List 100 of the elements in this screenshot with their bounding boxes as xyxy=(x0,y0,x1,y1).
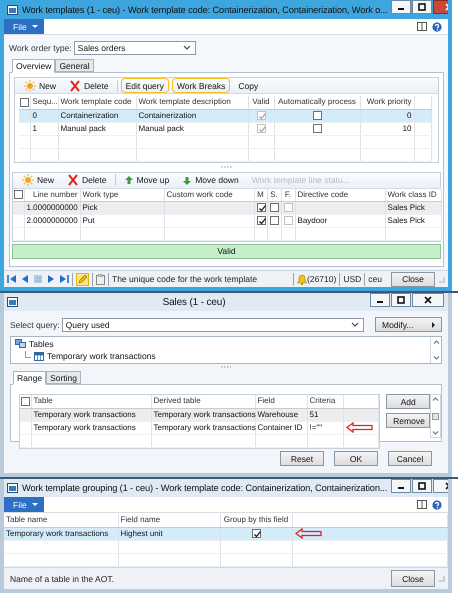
table-row[interactable]: 0 Containerization Containerization 0 xyxy=(19,109,432,122)
table-row[interactable]: 1 Manual pack Manual pack 10 xyxy=(19,122,432,135)
column-header: Sequ... xyxy=(30,96,58,109)
checkbox[interactable] xyxy=(256,203,266,212)
select-all-checkbox[interactable] xyxy=(20,98,29,107)
maximize-button[interactable] xyxy=(412,0,432,14)
bell-icon[interactable] xyxy=(297,274,308,284)
toolbar-button[interactable]: Delete xyxy=(62,172,112,188)
column-header: Group by this field xyxy=(220,514,292,527)
toolbar-button[interactable]: New xyxy=(19,78,62,93)
next-record-button[interactable] xyxy=(46,274,56,284)
first-record-button[interactable] xyxy=(7,274,17,284)
column-header: Work type xyxy=(80,188,164,202)
toolbar-button[interactable]: Move down xyxy=(177,172,244,188)
table-row[interactable]: Temporary work transactions Temporary work transactions Warehouse 51 xyxy=(20,408,379,421)
minimize-button[interactable] xyxy=(370,293,390,307)
table-icon xyxy=(34,352,44,361)
splitter-handle[interactable] xyxy=(220,166,232,168)
checkbox[interactable] xyxy=(312,110,322,120)
toolbar-button[interactable]: Edit query xyxy=(120,78,169,93)
modify-button[interactable]: Modify... xyxy=(375,317,442,332)
validation-bar: Valid xyxy=(12,244,441,259)
table-cell: 51 xyxy=(307,408,343,421)
table-cell: Temporary work transactions xyxy=(31,421,151,434)
tab[interactable]: Overview xyxy=(12,59,56,73)
previous-record-button[interactable] xyxy=(20,274,30,284)
scroll-down-icon[interactable] xyxy=(432,431,440,435)
toolbar-button[interactable]: Copy xyxy=(233,78,264,93)
scroll-thumb-icon[interactable] xyxy=(432,412,440,420)
table-cell: 1 xyxy=(30,122,58,135)
close-button[interactable]: Close xyxy=(391,570,435,587)
clipboard-icon[interactable] xyxy=(96,274,105,284)
action-button[interactable]: Add xyxy=(386,394,430,409)
chevron-icon xyxy=(351,322,359,327)
column-header: Directive code xyxy=(295,188,385,202)
select-all-checkbox[interactable] xyxy=(20,396,30,406)
toolbar-button[interactable]: Move up xyxy=(118,172,174,188)
table-cell: Containerization xyxy=(136,109,248,122)
column-header: Line number xyxy=(24,188,80,202)
scroll-up-icon[interactable] xyxy=(432,397,440,401)
table-cell: Temporary work transactions xyxy=(4,527,118,540)
column-header: Table xyxy=(31,395,151,408)
tab[interactable]: General xyxy=(55,59,94,72)
tree-item[interactable]: Tables xyxy=(29,338,54,349)
checkbox[interactable] xyxy=(270,203,278,212)
app-icon xyxy=(7,483,18,493)
down-arrow-icon xyxy=(182,174,192,186)
select-all-checkbox[interactable] xyxy=(14,190,23,200)
file-menu-button[interactable]: File xyxy=(4,497,44,512)
minimize-button[interactable] xyxy=(391,479,412,493)
checkbox[interactable] xyxy=(256,216,266,226)
tab[interactable]: Range xyxy=(13,371,46,385)
field-label: Select query: xyxy=(10,320,60,330)
column-header: Valid xyxy=(248,96,274,109)
resize-grip-icon xyxy=(438,276,445,282)
checkbox[interactable] xyxy=(270,216,278,226)
window-title: Work template grouping (1 - ceu) - Work template code: Containerization, Containerization... xyxy=(22,483,388,493)
delete-icon xyxy=(67,174,80,186)
book-icon[interactable] xyxy=(417,500,427,509)
tab[interactable]: Sorting xyxy=(46,371,81,384)
maximize-button[interactable] xyxy=(391,293,411,307)
table-row[interactable]: Temporary work transactions Highest unit xyxy=(4,527,448,540)
toolbar-button[interactable]: Work Breaks xyxy=(172,78,230,93)
scroll-up-icon[interactable] xyxy=(432,340,440,344)
file-menu-button[interactable]: File xyxy=(4,19,44,34)
table-cell: Manual pack xyxy=(58,122,136,135)
book-icon[interactable] xyxy=(417,22,427,31)
table-cell: Containerization xyxy=(58,109,136,122)
currency-text: USD xyxy=(343,274,362,284)
checkbox[interactable] xyxy=(252,528,260,538)
status-text: Name of a table in the AOT. xyxy=(10,574,115,584)
table-cell: 0 xyxy=(360,109,414,122)
pencil-button[interactable] xyxy=(76,272,89,286)
table-cell: Manual pack xyxy=(136,122,248,135)
dialog-button[interactable]: OK xyxy=(334,451,378,466)
minimize-button[interactable] xyxy=(391,0,412,14)
table-row[interactable]: 2.0000000000 Put Baydoor Sales Pick xyxy=(13,214,441,228)
close-button[interactable] xyxy=(412,293,444,307)
splitter-handle[interactable] xyxy=(221,366,231,368)
scroll-down-icon[interactable] xyxy=(432,356,440,360)
table-cell: Sales Pick xyxy=(385,214,441,228)
toolbar-button[interactable]: New xyxy=(17,172,60,188)
help-icon[interactable] xyxy=(432,22,442,32)
table-row[interactable]: Temporary work transactions Temporary work transactions Container ID !="" xyxy=(20,421,379,434)
column-header: Work priority xyxy=(360,96,414,109)
last-record-button[interactable] xyxy=(59,274,69,284)
toolbar-button[interactable]: Delete xyxy=(64,78,114,93)
close-button[interactable]: Close xyxy=(391,272,435,286)
column-header: Work class ID xyxy=(385,188,441,202)
column-header: Automatically process xyxy=(274,96,360,109)
dialog-button[interactable]: Cancel xyxy=(388,451,432,466)
dropdown-field[interactable]: Query used xyxy=(62,318,364,332)
checkbox[interactable] xyxy=(312,124,322,133)
dropdown-field[interactable]: Sales orders xyxy=(74,40,196,54)
tree-item[interactable]: Temporary work transactions xyxy=(47,351,156,362)
dialog-button[interactable]: Reset xyxy=(280,451,324,466)
maximize-button[interactable] xyxy=(412,479,432,493)
action-button[interactable]: Remove xyxy=(386,413,430,428)
table-row[interactable]: 1.0000000000 Pick Sales Pick xyxy=(13,202,441,214)
help-icon[interactable] xyxy=(432,500,442,510)
